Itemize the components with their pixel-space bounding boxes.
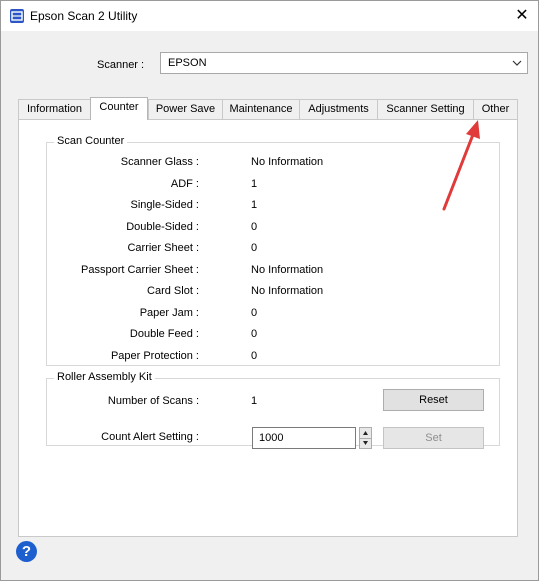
counter-value: No Information [251,285,324,297]
counter-label: Double-Sided : [126,221,199,233]
scanner-select[interactable]: EPSON [160,52,528,74]
tab-label: Other [481,103,510,115]
roller-kit-title: Roller Assembly Kit [54,371,155,383]
tab-counter[interactable]: Counter [90,97,148,120]
tab-information[interactable]: Information [18,99,91,119]
scanner-label: Scanner : [97,59,145,71]
number-of-scans-value: 1 [251,395,258,407]
counter-label: Single-Sided : [130,199,200,211]
count-alert-value: 1000 [259,432,284,444]
set-button[interactable]: Set [383,427,484,449]
title-bar: Epson Scan 2 Utility ✕ [1,1,538,31]
tab-other[interactable]: Other [473,99,518,119]
tab-bar: Information Counter Power Save Maintenan… [18,97,518,120]
scan-counter-title: Scan Counter [54,135,128,147]
counter-value: No Information [251,264,324,276]
tab-label: Power Save [155,103,216,115]
spin-down-icon[interactable] [360,438,371,448]
tab-label: Counter [99,101,139,113]
close-icon: ✕ [515,7,529,24]
counter-label: Passport Carrier Sheet : [81,264,199,276]
counter-label: Carrier Sheet : [127,242,199,254]
tab-adjustments[interactable]: Adjustments [299,99,378,119]
counter-label: Double Feed : [129,328,199,340]
counter-label: Scanner Glass : [120,156,199,168]
count-alert-input[interactable]: 1000 [252,427,356,449]
counter-value: 1 [251,178,258,190]
counter-label: ADF : [170,178,199,190]
counter-value: 0 [251,350,258,362]
help-glyph: ? [21,543,32,560]
count-alert-label: Count Alert Setting : [101,431,199,443]
counter-label: Card Slot : [147,285,199,297]
help-icon[interactable]: ? [16,541,37,562]
counter-label: Paper Jam : [139,307,199,319]
utility-window: Epson Scan 2 Utility ✕ Scanner : EPSON I… [0,0,539,581]
tab-label: Information [26,103,83,115]
reset-button-label: Reset [419,394,448,406]
counter-value: No Information [251,156,324,168]
tab-label: Maintenance [229,103,293,115]
scanner-select-value: EPSON [168,57,207,69]
app-icon [10,9,24,23]
counter-value: 1 [251,199,258,211]
roller-kit-group: Roller Assembly Kit Number of Scans : 1 … [46,371,500,449]
tab-power-save[interactable]: Power Save [148,99,223,119]
chevron-down-icon [512,56,522,73]
tab-maintenance[interactable]: Maintenance [222,99,300,119]
reset-button[interactable]: Reset [383,389,484,411]
window-title: Epson Scan 2 Utility [30,9,138,23]
tab-label: Adjustments [308,103,369,115]
scan-counter-group: Scan Counter Scanner Glass : No Informat… [46,135,500,366]
tab-label: Scanner Setting [386,103,465,115]
counter-value: 0 [251,242,258,254]
counter-value: 0 [251,221,258,233]
number-of-scans-label: Number of Scans : [107,395,199,407]
counter-value: 0 [251,307,258,319]
counter-label: Paper Protection : [110,350,199,362]
close-button[interactable]: ✕ [506,1,538,31]
counter-value: 0 [251,328,258,340]
count-alert-spinner[interactable] [359,427,372,449]
counter-panel: Scan Counter Scanner Glass : No Informat… [18,119,518,537]
set-button-label: Set [425,432,442,444]
tab-scanner-setting[interactable]: Scanner Setting [377,99,474,119]
